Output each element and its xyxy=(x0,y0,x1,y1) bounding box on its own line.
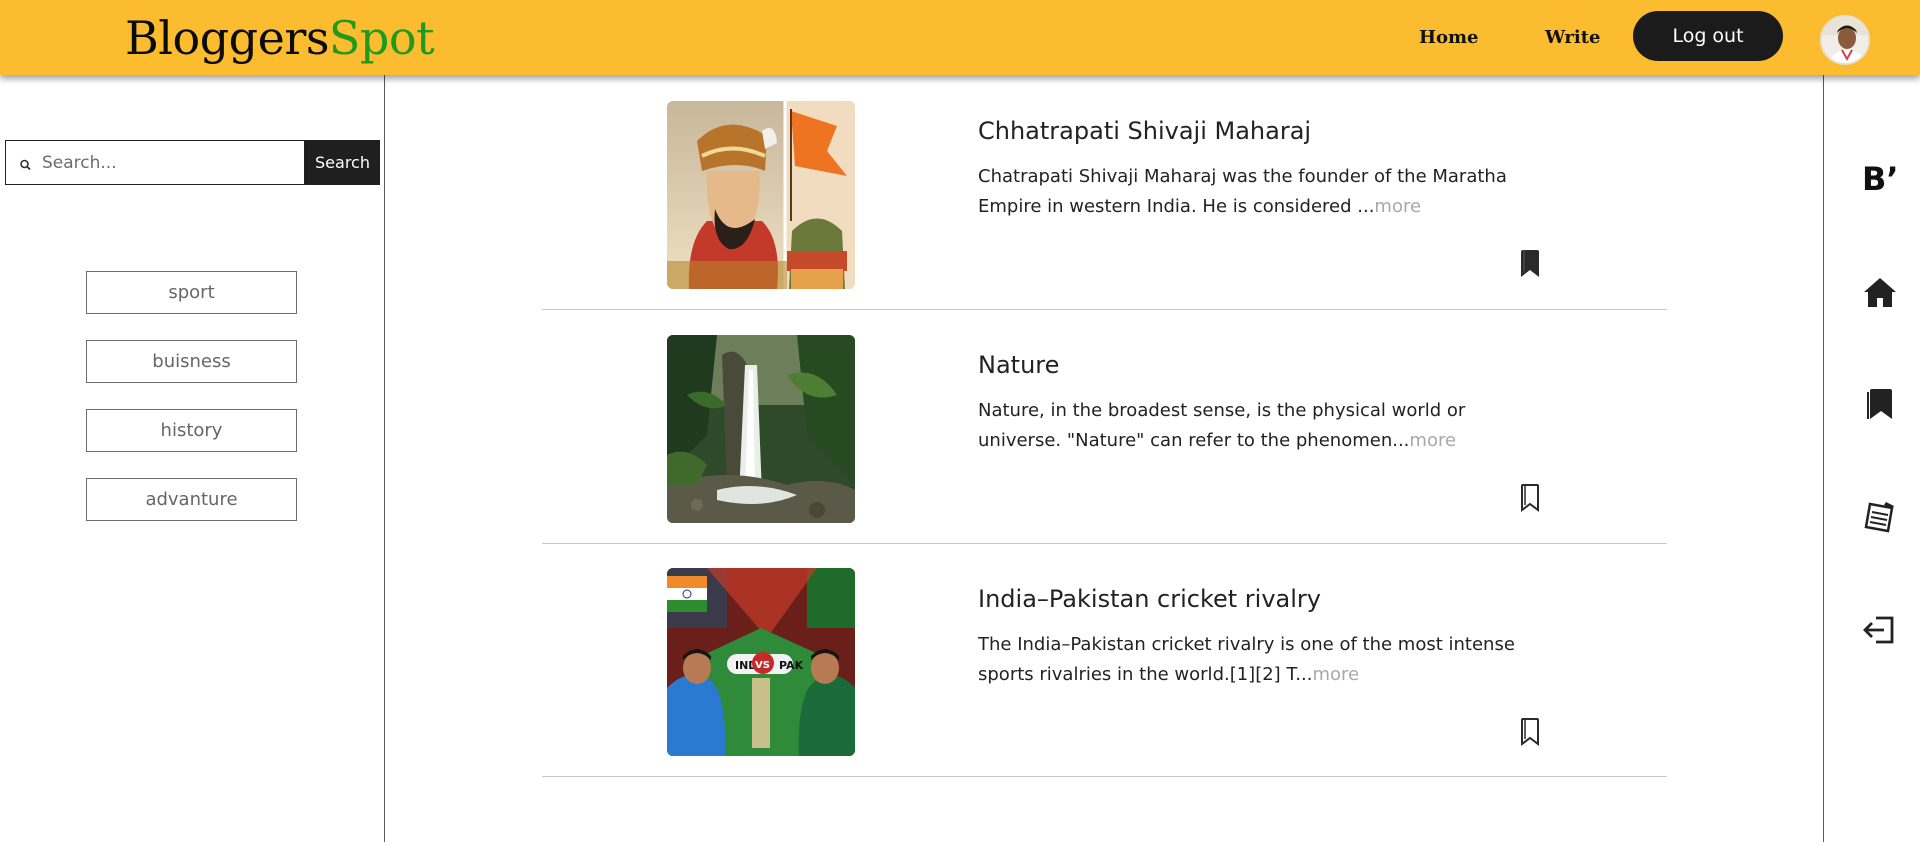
sidebar-divider xyxy=(384,75,385,842)
brand-logo[interactable]: BloggersSpot xyxy=(125,8,435,68)
post-separator xyxy=(542,776,1667,777)
avatar-photo xyxy=(1822,17,1868,63)
read-more-link[interactable]: more xyxy=(1312,664,1359,685)
post-excerpt-text: The India–Pakistan cricket rivalry is on… xyxy=(978,634,1515,685)
post-card[interactable]: Nature Nature, in the broadest sense, is… xyxy=(542,311,1667,544)
svg-text:PAK: PAK xyxy=(779,659,804,672)
category-history-button[interactable]: history xyxy=(86,409,297,452)
bookmark-outline-icon[interactable] xyxy=(1518,483,1542,513)
logout-icon[interactable] xyxy=(1862,612,1898,648)
category-sport-button[interactable]: sport xyxy=(86,271,297,314)
avatar[interactable] xyxy=(1820,15,1870,65)
post-card[interactable]: Chhatrapati Shivaji Maharaj Chatrapati S… xyxy=(542,77,1667,310)
search-box xyxy=(5,140,305,185)
post-title[interactable]: India–Pakistan cricket rivalry xyxy=(978,585,1321,613)
home-icon[interactable] xyxy=(1862,274,1898,310)
post-title[interactable]: Chhatrapati Shivaji Maharaj xyxy=(978,117,1311,145)
post-thumbnail[interactable] xyxy=(667,335,855,523)
svg-text:VS: VS xyxy=(755,660,770,671)
post-excerpt: The India–Pakistan cricket rivalry is on… xyxy=(978,630,1518,690)
post-title[interactable]: Nature xyxy=(978,351,1059,379)
notes-icon[interactable] xyxy=(1862,498,1898,534)
bookmark-filled-icon[interactable] xyxy=(1518,249,1542,279)
post-card[interactable]: IND PAK VS India–Pakistan cricket rivalr… xyxy=(542,545,1667,778)
brand-name-part1: Bloggers xyxy=(125,11,329,65)
post-thumbnail[interactable] xyxy=(667,101,855,289)
bookmark-outline-icon[interactable] xyxy=(1518,717,1542,747)
logout-button[interactable]: Log out xyxy=(1633,11,1783,61)
bookmarks-icon[interactable] xyxy=(1862,386,1898,422)
read-more-link[interactable]: more xyxy=(1409,430,1456,451)
read-more-link[interactable]: more xyxy=(1374,196,1421,217)
post-excerpt: Nature, in the broadest sense, is the ph… xyxy=(978,396,1518,456)
right-rail-divider xyxy=(1823,75,1824,842)
post-excerpt: Chatrapati Shivaji Maharaj was the found… xyxy=(978,162,1518,222)
post-thumbnail[interactable]: IND PAK VS xyxy=(667,568,855,756)
brand-name-part2: Spot xyxy=(328,11,435,65)
category-advanture-button[interactable]: advanture xyxy=(86,478,297,521)
category-buisness-button[interactable]: buisness xyxy=(86,340,297,383)
search-icon xyxy=(20,159,31,171)
post-excerpt-text: Nature, in the broadest sense, is the ph… xyxy=(978,400,1466,451)
post-separator xyxy=(542,543,1667,544)
brand-logo-icon[interactable]: B’ xyxy=(1862,160,1902,196)
post-separator xyxy=(542,309,1667,310)
post-excerpt-text: Chatrapati Shivaji Maharaj was the found… xyxy=(978,166,1507,217)
svg-text:B’: B’ xyxy=(1862,160,1899,196)
search-input[interactable] xyxy=(42,149,297,177)
top-header: BloggersSpot Home Write Log out xyxy=(0,0,1920,75)
nav-write-link[interactable]: Write xyxy=(1545,27,1601,48)
search-button[interactable]: Search xyxy=(305,140,380,185)
nav-home-link[interactable]: Home xyxy=(1419,27,1479,48)
